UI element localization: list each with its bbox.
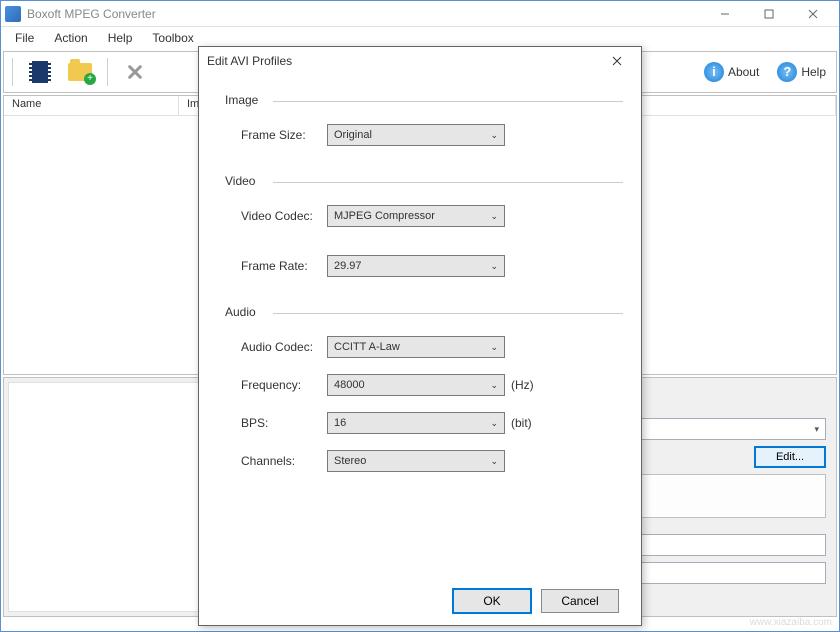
bps-suffix: (bit)	[511, 416, 532, 430]
chevron-down-icon: ⌄	[490, 418, 498, 429]
channels-value: Stereo	[334, 455, 366, 467]
dialog-footer: OK Cancel	[199, 589, 641, 613]
frequency-label: Frequency:	[241, 378, 327, 392]
menu-action[interactable]: Action	[44, 29, 97, 47]
frequency-select[interactable]: 48000 ⌄	[327, 374, 505, 396]
frame-rate-label: Frame Rate:	[241, 259, 327, 273]
dialog-titlebar: Edit AVI Profiles	[199, 47, 641, 75]
menu-toolbox[interactable]: Toolbox	[142, 29, 203, 47]
help-button[interactable]: ? Help	[771, 60, 832, 84]
remove-button[interactable]	[118, 55, 152, 89]
separator	[273, 182, 623, 183]
ok-button[interactable]: OK	[453, 589, 531, 613]
window-title: Boxoft MPEG Converter	[27, 7, 156, 21]
channels-label: Channels:	[241, 454, 327, 468]
frequency-value: 48000	[334, 379, 365, 391]
frame-rate-select[interactable]: 29.97 ⌄	[327, 255, 505, 277]
menu-help[interactable]: Help	[98, 29, 143, 47]
audio-codec-row: Audio Codec: CCITT A-Law ⌄	[241, 336, 623, 358]
edit-button[interactable]: Edit...	[754, 446, 826, 468]
folder-plus-icon	[68, 63, 92, 81]
separator	[273, 313, 623, 314]
separator	[273, 101, 623, 102]
about-label: About	[728, 65, 759, 79]
frequency-row: Frequency: 48000 ⌄ (Hz)	[241, 374, 623, 396]
frame-size-select[interactable]: Original ⌄	[327, 124, 505, 146]
video-codec-value: MJPEG Compressor	[334, 210, 435, 222]
channels-select[interactable]: Stereo ⌄	[327, 450, 505, 472]
group-audio-label: Audio	[225, 305, 623, 319]
video-codec-label: Video Codec:	[241, 209, 327, 223]
frame-size-label: Frame Size:	[241, 128, 327, 142]
app-icon	[5, 6, 21, 22]
minimize-button[interactable]	[703, 1, 747, 27]
dialog-title: Edit AVI Profiles	[207, 54, 292, 68]
info-icon: i	[704, 62, 724, 82]
group-image: Image Frame Size: Original ⌄	[217, 93, 623, 146]
about-button[interactable]: i About	[698, 60, 765, 84]
titlebar: Boxoft MPEG Converter	[1, 1, 839, 27]
frame-size-value: Original	[334, 129, 372, 141]
window-controls	[703, 1, 835, 27]
dialog-body: Image Frame Size: Original ⌄ Video Video…	[199, 75, 641, 492]
chevron-down-icon: ⌄	[490, 456, 498, 467]
bps-row: BPS: 16 ⌄ (bit)	[241, 412, 623, 434]
frequency-suffix: (Hz)	[511, 378, 534, 392]
group-image-label: Image	[225, 93, 623, 107]
chevron-down-icon: ⌄	[490, 380, 498, 391]
frame-rate-row: Frame Rate: 29.97 ⌄	[241, 255, 623, 277]
frame-size-row: Frame Size: Original ⌄	[241, 124, 623, 146]
toolbar-separator	[107, 58, 108, 86]
group-video-label: Video	[225, 174, 623, 188]
cancel-button[interactable]: Cancel	[541, 589, 619, 613]
add-folder-button[interactable]	[63, 55, 97, 89]
audio-codec-label: Audio Codec:	[241, 340, 327, 354]
chevron-down-icon: ⌄	[490, 342, 498, 353]
group-audio: Audio Audio Codec: CCITT A-Law ⌄ Frequen…	[217, 305, 623, 472]
help-icon: ?	[777, 62, 797, 82]
audio-codec-select[interactable]: CCITT A-Law ⌄	[327, 336, 505, 358]
channels-row: Channels: Stereo ⌄	[241, 450, 623, 472]
video-codec-select[interactable]: MJPEG Compressor ⌄	[327, 205, 505, 227]
add-file-button[interactable]	[23, 55, 57, 89]
column-name[interactable]: Name	[4, 96, 179, 115]
bps-value: 16	[334, 417, 346, 429]
video-codec-row: Video Codec: MJPEG Compressor ⌄	[241, 205, 623, 227]
chevron-down-icon: ⌄	[490, 211, 498, 222]
toolbar-separator	[12, 58, 13, 86]
help-label: Help	[801, 65, 826, 79]
maximize-button[interactable]	[747, 1, 791, 27]
edit-avi-profiles-dialog: Edit AVI Profiles Image Frame Size: Orig…	[198, 46, 642, 626]
bps-label: BPS:	[241, 416, 327, 430]
chevron-down-icon: ▾	[814, 424, 819, 435]
x-icon	[125, 62, 145, 82]
frame-rate-value: 29.97	[334, 260, 362, 272]
bps-select[interactable]: 16 ⌄	[327, 412, 505, 434]
group-video: Video Video Codec: MJPEG Compressor ⌄ Fr…	[217, 174, 623, 277]
chevron-down-icon: ⌄	[490, 261, 498, 272]
menu-file[interactable]: File	[5, 29, 44, 47]
dialog-close-button[interactable]	[601, 49, 633, 73]
chevron-down-icon: ⌄	[490, 130, 498, 141]
film-icon	[29, 61, 51, 83]
audio-codec-value: CCITT A-Law	[334, 341, 400, 353]
close-button[interactable]	[791, 1, 835, 27]
